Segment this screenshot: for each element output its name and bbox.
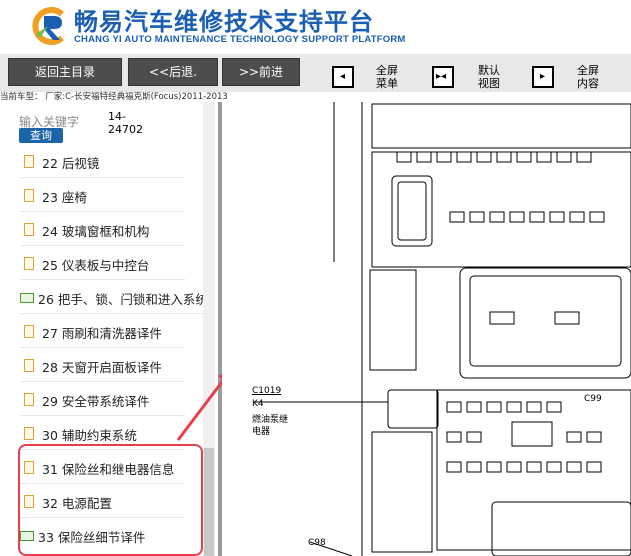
document-icon <box>24 223 34 236</box>
full-content-icon[interactable]: ▸ <box>532 66 554 88</box>
tree-item[interactable]: 27 雨刷和清洗器译件 <box>20 317 185 348</box>
connector-c99-label: C99 <box>584 394 602 404</box>
query-button[interactable]: 查询 <box>19 128 63 143</box>
fuse-box-drawing <box>254 102 631 556</box>
full-menu-label[interactable]: 全屏菜单 <box>376 64 406 90</box>
document-icon <box>24 325 34 338</box>
full-menu-icon[interactable]: ◂ <box>332 66 354 88</box>
folder-icon <box>20 293 34 303</box>
sidebar-scrollbar-thumb[interactable] <box>204 448 214 556</box>
tree-item[interactable]: 26 把手、锁、闩锁和进入系统 <box>20 283 205 314</box>
wiring-diagram[interactable]: C1019 K4 燃油泵继 电器 C99 C98 <box>222 102 631 556</box>
back-button[interactable]: <<后退. <box>128 58 218 86</box>
toolbar: 返回主目录 <<后退. >>前进 ◂ 全屏菜单 ▸◂ 默认视图 ▸ 全屏内容 <box>0 54 631 92</box>
tree-item[interactable]: 25 仪表板与中控台 <box>20 249 185 280</box>
default-view-label[interactable]: 默认视图 <box>478 64 508 90</box>
tree-item[interactable]: 23 座椅 <box>20 181 185 212</box>
forward-button[interactable]: >>前进 <box>222 58 300 86</box>
relay-k4-label: K4 <box>252 399 264 409</box>
back-to-main-button[interactable]: 返回主目录 <box>8 58 122 86</box>
connector-c1019-label: C1019 <box>252 386 282 396</box>
highlight-box <box>18 444 203 556</box>
app-subtitle: CHANG YI AUTO MAINTENANCE TECHNOLOGY SUP… <box>74 34 406 45</box>
document-icon <box>24 155 34 168</box>
app-title: 畅易汽车维修技术支持平台 <box>74 8 374 36</box>
car-model-info: 当前车型： 厂家:C-长安福特经典福克斯(Focus)2011-2013 <box>0 92 228 102</box>
full-content-label[interactable]: 全屏内容 <box>577 64 607 90</box>
document-icon <box>24 359 34 372</box>
connector-c98-label: C98 <box>308 538 326 548</box>
tree-item[interactable]: 28 天窗开启面板译件 <box>20 351 185 382</box>
document-icon <box>24 393 34 406</box>
document-icon <box>24 427 34 440</box>
tree-item[interactable]: 24 玻璃窗框和机构 <box>20 215 185 246</box>
search-code-text: 14-24702 <box>108 110 143 136</box>
app-header: 畅易汽车维修技术支持平台 CHANG YI AUTO MAINTENANCE T… <box>0 0 631 54</box>
document-icon <box>24 189 34 202</box>
tree-item[interactable]: 22 后视镜 <box>20 147 185 178</box>
document-icon <box>24 257 34 270</box>
c-r-logo-icon <box>32 7 64 45</box>
tree-item[interactable]: 29 安全带系统译件 <box>20 385 185 416</box>
default-view-icon[interactable]: ▸◂ <box>432 66 454 88</box>
relay-name-label-2: 电器 <box>252 427 271 437</box>
